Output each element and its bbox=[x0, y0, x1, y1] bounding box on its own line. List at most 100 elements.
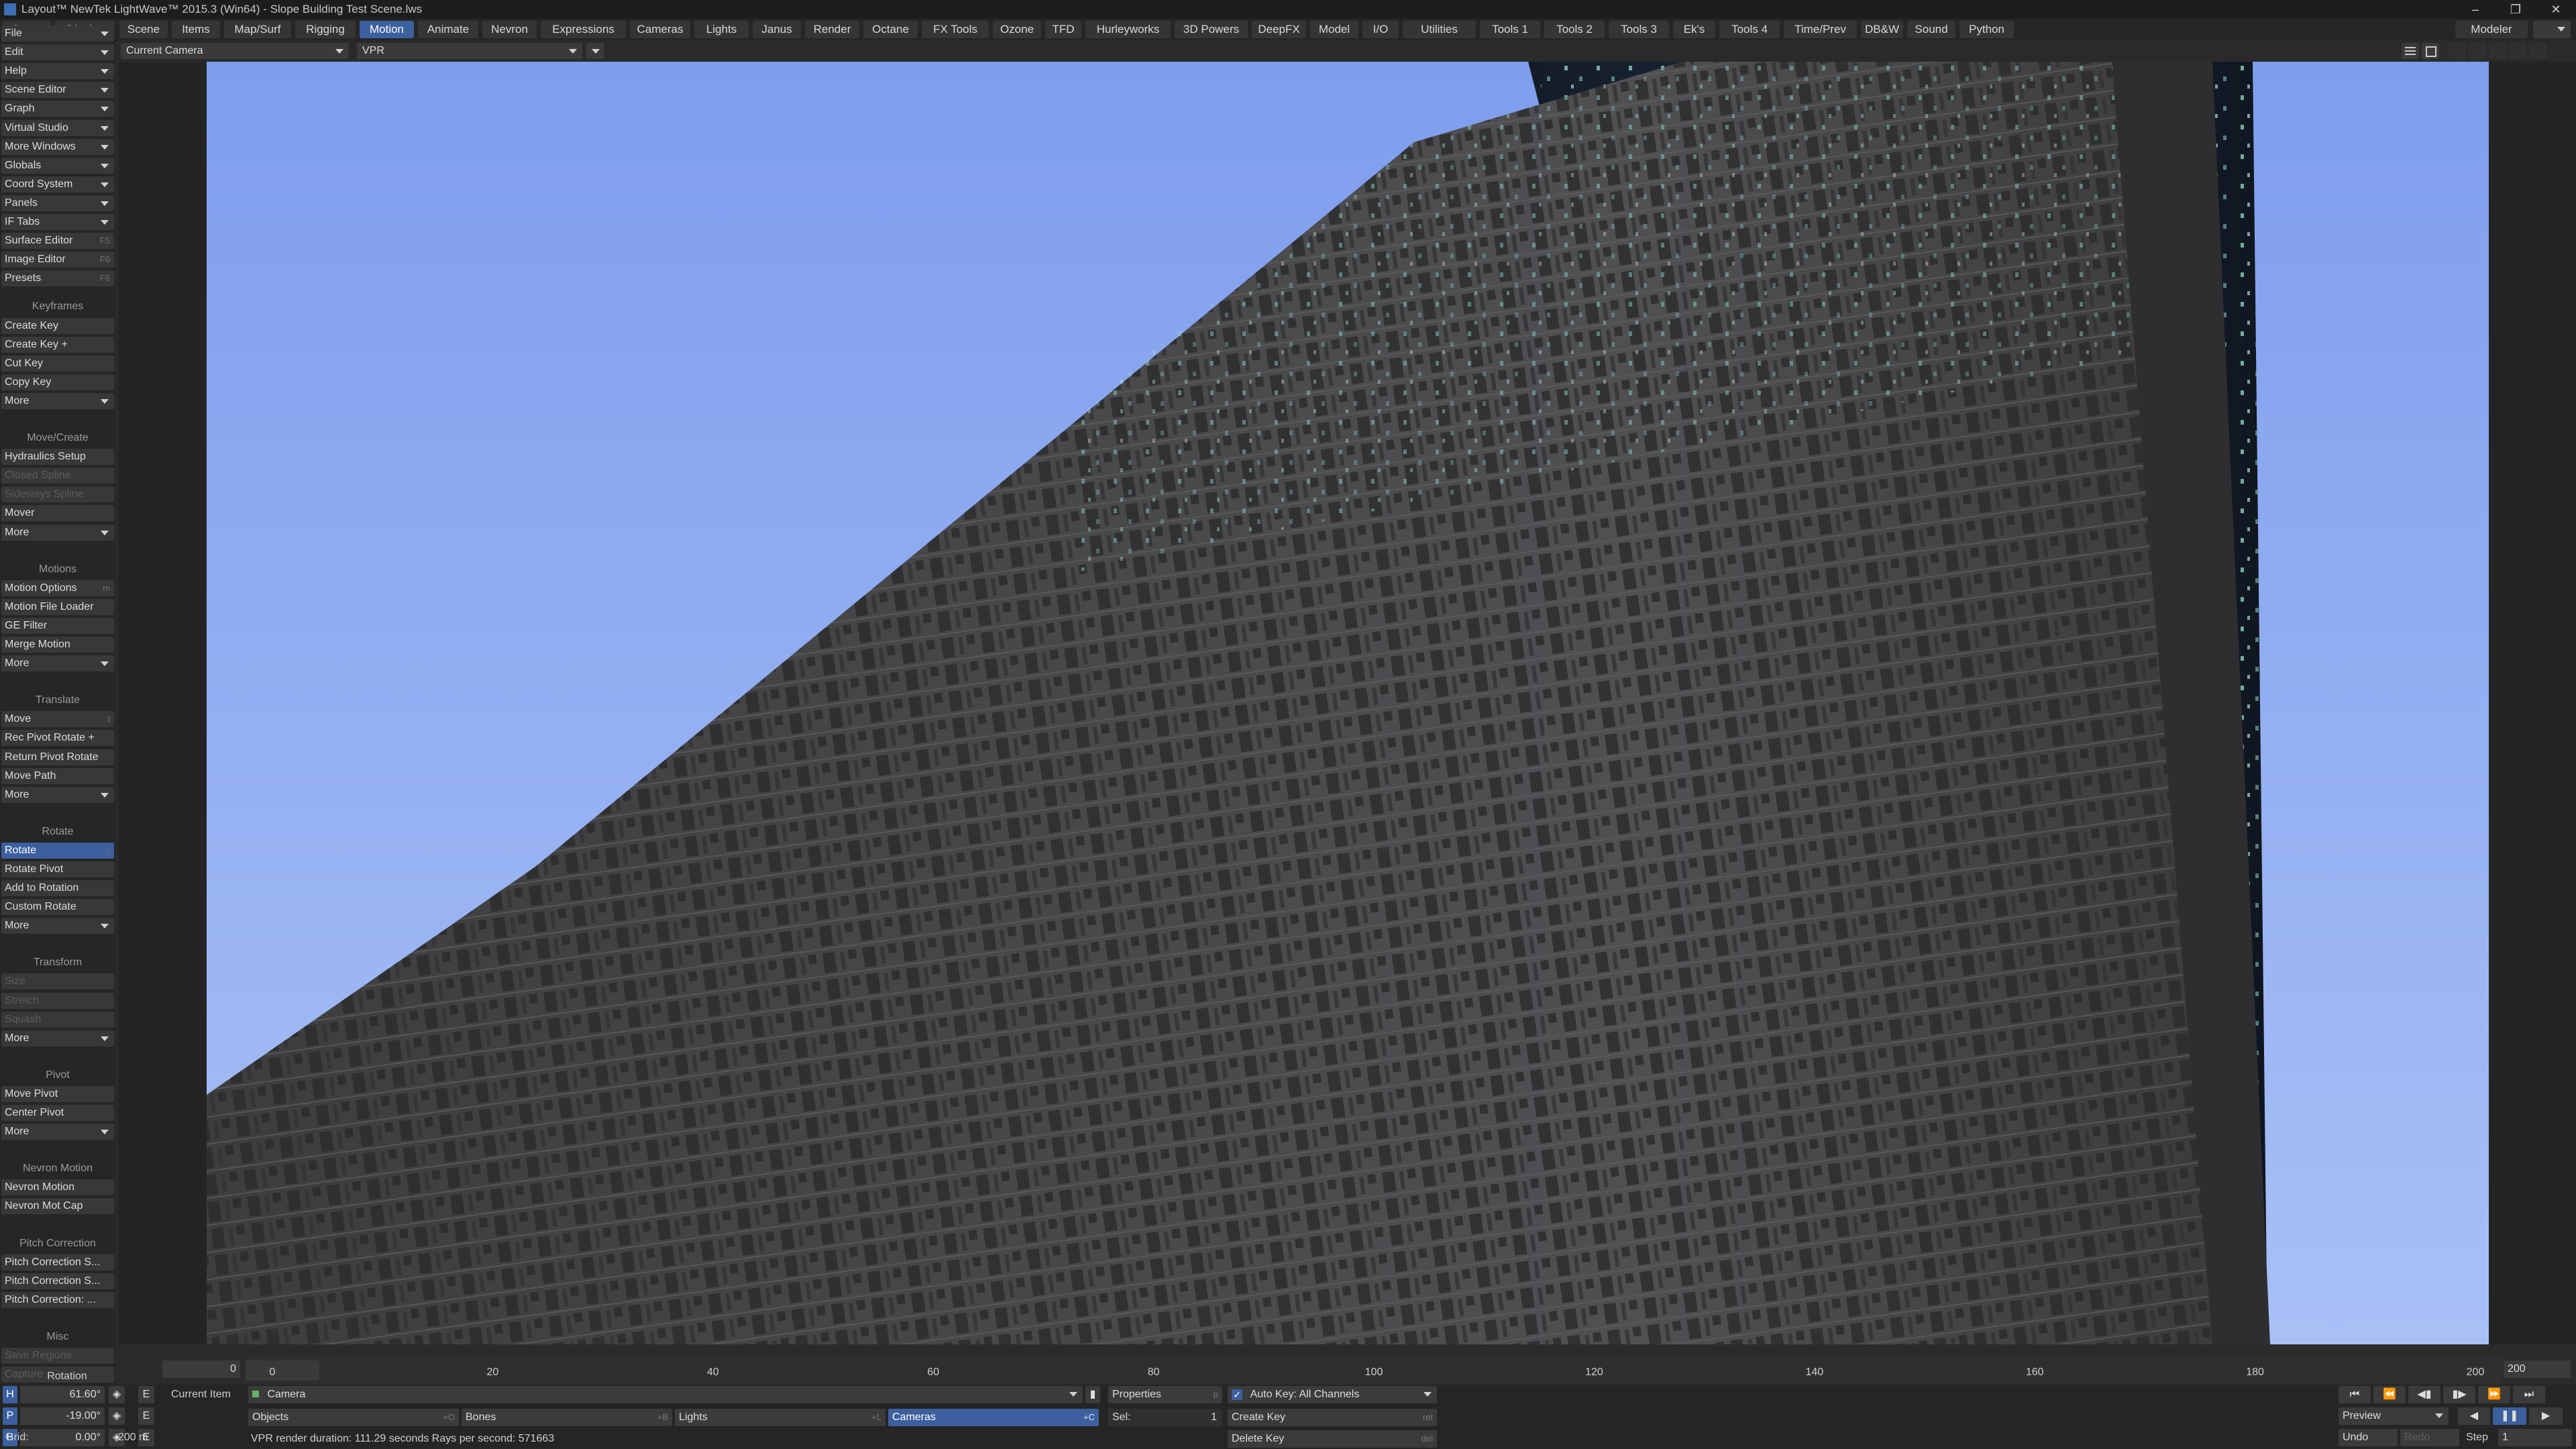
item-type-bones-button[interactable]: Bones +B bbox=[462, 1409, 672, 1426]
sidebar-item-move-pivot[interactable]: Move Pivot bbox=[1, 1086, 114, 1102]
envelope-icon[interactable]: ◈ bbox=[109, 1407, 125, 1425]
viewport-options-dropdown[interactable] bbox=[586, 43, 604, 59]
play-reverse-icon[interactable]: ◀ bbox=[2458, 1407, 2490, 1425]
tab-janus[interactable]: Janus bbox=[753, 21, 801, 38]
timeline-current-frame-slider[interactable] bbox=[246, 1360, 319, 1381]
create-key-button[interactable]: Create Key ret bbox=[1228, 1409, 1437, 1426]
sidebar-item-cut-key[interactable]: Cut Key bbox=[1, 356, 114, 372]
sidebar-item-create-key[interactable]: Create Key bbox=[1, 318, 114, 334]
render-mode-dropdown[interactable]: VPR bbox=[357, 43, 582, 59]
sidebar-item-motion-options[interactable]: Motion Options m bbox=[1, 580, 114, 596]
tab-nevron[interactable]: Nevron bbox=[482, 21, 537, 38]
menu-if-tabs[interactable]: IF Tabs bbox=[1, 214, 114, 230]
tab-deepfx[interactable]: DeepFX bbox=[1252, 21, 1306, 38]
sidebar-item-mover[interactable]: Mover bbox=[1, 505, 114, 521]
sidebar-item-return-pivot-rotate[interactable]: Return Pivot Rotate bbox=[1, 749, 114, 765]
sidebar-item-nevron-motion[interactable]: Nevron Motion bbox=[1, 1179, 114, 1195]
tab-db-w[interactable]: DB&W bbox=[1861, 21, 1903, 38]
modeler-dropdown[interactable] bbox=[2533, 21, 2571, 38]
sidebar-item-pitch-correction-s[interactable]: Pitch Correction S... bbox=[1, 1254, 114, 1271]
tab-expressions[interactable]: Expressions bbox=[541, 21, 626, 38]
item-lock-icon[interactable]: ▮ bbox=[1085, 1386, 1100, 1403]
item-type-objects-button[interactable]: Objects +O bbox=[248, 1409, 459, 1426]
sidebar-item-rec-pivot-rotate[interactable]: Rec Pivot Rotate + bbox=[1, 730, 114, 746]
sidebar-item-add-to-rotation[interactable]: Add to Rotation bbox=[1, 880, 114, 896]
modeler-button[interactable]: Modeler bbox=[2455, 21, 2528, 38]
properties-button[interactable]: Properties p bbox=[1108, 1386, 1222, 1403]
play-forward-icon[interactable]: ▮▶ bbox=[2443, 1386, 2475, 1403]
sidebar-item-hydraulics-setup[interactable]: Hydraulics Setup bbox=[1, 449, 114, 465]
maximize-button[interactable]: ❐ bbox=[2496, 0, 2536, 19]
timeline-start-field[interactable]: 0 bbox=[162, 1360, 240, 1378]
tab-hurleyworks[interactable]: Hurleyworks bbox=[1085, 21, 1171, 38]
tab-model[interactable]: Model bbox=[1310, 21, 1358, 38]
tab-lights[interactable]: Lights bbox=[694, 21, 749, 38]
minimize-button[interactable]: – bbox=[2455, 0, 2496, 19]
sidebar-item-ge-filter[interactable]: GE Filter bbox=[1, 618, 114, 634]
sidebar-item-move[interactable]: Move t bbox=[1, 711, 114, 727]
tab-tools-1[interactable]: Tools 1 bbox=[1480, 21, 1540, 38]
menu-surface-editor[interactable]: Surface Editor F5 bbox=[1, 233, 114, 249]
tab-utilities[interactable]: Utilities bbox=[1403, 21, 1476, 38]
expression-e-button[interactable]: E bbox=[138, 1407, 154, 1425]
envelope-icon[interactable]: ◈ bbox=[109, 1386, 125, 1403]
menu-panels[interactable]: Panels bbox=[1, 195, 114, 211]
next-key-icon[interactable]: ⏩ bbox=[2478, 1386, 2510, 1403]
viewport-move-icon[interactable] bbox=[2449, 43, 2466, 59]
tab-render[interactable]: Render bbox=[805, 21, 859, 38]
menu-globals[interactable]: Globals bbox=[1, 158, 114, 174]
autokey-checkbox-icon[interactable]: ✓ bbox=[1232, 1389, 1242, 1400]
pause-icon[interactable]: ❚❚ bbox=[2493, 1407, 2526, 1425]
sidebar-item-more[interactable]: More bbox=[1, 787, 114, 803]
menu-help[interactable]: Help bbox=[1, 63, 114, 79]
tab-tools-3[interactable]: Tools 3 bbox=[1609, 21, 1669, 38]
preview-dropdown[interactable]: Preview bbox=[2339, 1407, 2449, 1425]
tab-rigging[interactable]: Rigging bbox=[295, 21, 356, 38]
expression-e-button[interactable]: E bbox=[138, 1386, 154, 1403]
viewport-zoom-icon[interactable] bbox=[2489, 43, 2506, 59]
tab-tools-2[interactable]: Tools 2 bbox=[1544, 21, 1605, 38]
sidebar-item-rotate[interactable]: Rotate y bbox=[1, 843, 114, 859]
tab-python[interactable]: Python bbox=[1960, 21, 2014, 38]
vpr-render-view[interactable] bbox=[207, 62, 2489, 1344]
tab-ek-s[interactable]: Ek's bbox=[1673, 21, 1715, 38]
play-icon[interactable]: ▶ bbox=[2529, 1407, 2563, 1425]
menu-file[interactable]: File bbox=[1, 25, 114, 42]
goto-first-frame-icon[interactable]: ⏮ bbox=[2339, 1386, 2371, 1403]
previous-key-icon[interactable]: ⏪ bbox=[2373, 1386, 2406, 1403]
tab-octane[interactable]: Octane bbox=[863, 21, 918, 38]
undo-button[interactable]: Undo bbox=[2339, 1429, 2398, 1446]
sidebar-item-move-path[interactable]: Move Path bbox=[1, 768, 114, 784]
sidebar-item-more[interactable]: More bbox=[1, 918, 114, 934]
timeline-ruler[interactable]: 0 20 40 60 80 100 120 140 160 180 200 bbox=[246, 1358, 2502, 1385]
rotation-p-field[interactable]: -19.00° bbox=[20, 1407, 105, 1425]
menu-more-windows[interactable]: More Windows bbox=[1, 139, 114, 155]
timeline-end-field[interactable]: 200 bbox=[2504, 1360, 2571, 1378]
goto-last-frame-icon[interactable]: ⏭ bbox=[2513, 1386, 2545, 1403]
viewport[interactable] bbox=[118, 62, 2576, 1344]
sidebar-item-pitch-correction[interactable]: Pitch Correction: ... bbox=[1, 1292, 114, 1308]
sidebar-item-more[interactable]: More bbox=[1, 1030, 114, 1046]
menu-virtual-studio[interactable]: Virtual Studio bbox=[1, 120, 114, 136]
rotation-axis-p[interactable]: P bbox=[3, 1407, 17, 1425]
sidebar-item-custom-rotate[interactable]: Custom Rotate bbox=[1, 899, 114, 915]
tab-time-prev[interactable]: Time/Prev bbox=[1784, 21, 1857, 38]
menu-coord-system[interactable]: Coord System bbox=[1, 176, 114, 193]
delete-key-button[interactable]: Delete Key del bbox=[1228, 1430, 1437, 1448]
current-item-dropdown[interactable]: Camera bbox=[248, 1386, 1083, 1403]
viewport-list-icon[interactable] bbox=[2402, 43, 2419, 59]
step-back-icon[interactable]: ◀▮ bbox=[2408, 1386, 2440, 1403]
sidebar-item-more[interactable]: More bbox=[1, 525, 114, 541]
tab-i-o[interactable]: I/O bbox=[1362, 21, 1399, 38]
tab-ozone[interactable]: Ozone bbox=[993, 21, 1041, 38]
tab-tools-4[interactable]: Tools 4 bbox=[1719, 21, 1780, 38]
sidebar-item-more[interactable]: More bbox=[1, 1124, 114, 1140]
sidebar-item-merge-motion[interactable]: Merge Motion bbox=[1, 637, 114, 653]
step-field[interactable]: 1 bbox=[2498, 1429, 2572, 1446]
view-select-dropdown[interactable]: Current Camera bbox=[121, 43, 349, 59]
tab-motion[interactable]: Motion bbox=[360, 21, 414, 38]
close-button[interactable]: ✕ bbox=[2536, 0, 2576, 19]
sidebar-item-nevron-mot-cap[interactable]: Nevron Mot Cap bbox=[1, 1198, 114, 1214]
rotation-axis-h[interactable]: H bbox=[3, 1386, 17, 1403]
tab-animate[interactable]: Animate bbox=[418, 21, 478, 38]
